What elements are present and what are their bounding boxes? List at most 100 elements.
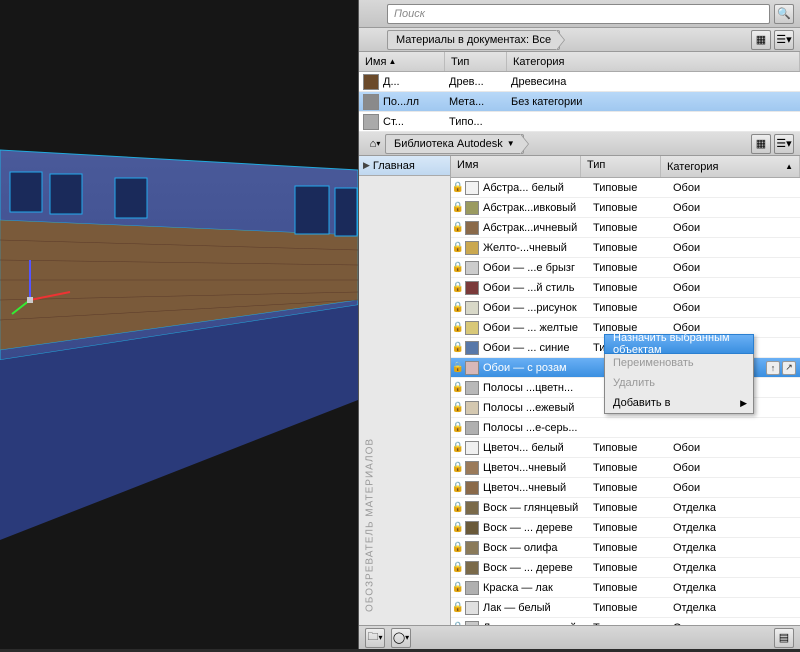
cell-category: Без категории (511, 96, 800, 108)
cell-type: Типовые (593, 442, 673, 454)
table-row[interactable]: 🔒 Абстра... белый Типовые Обои (451, 178, 800, 198)
home-button[interactable]: ⌂▾ (365, 134, 385, 154)
table-row[interactable]: 🔒 Цветоч...чневый Типовые Обои (451, 458, 800, 478)
cell-category: Обои (673, 222, 800, 234)
chevron-right-icon (556, 30, 564, 50)
cell-type: Типовые (593, 522, 673, 534)
cell-category: Отделка (673, 502, 800, 514)
table-row[interactable]: 🔒 Воск — ... дереве Типовые Отделка (451, 518, 800, 538)
chevron-down-icon: ▼ (507, 139, 515, 148)
cell-category: Обои (673, 282, 800, 294)
table-row[interactable]: По...лл Мета... Без категории (359, 92, 800, 112)
cell-name: Лак — п...зрачный (483, 622, 593, 626)
edit-button[interactable]: ↗ (782, 361, 796, 375)
cell-category: Обои (673, 482, 800, 494)
cell-name: Полосы ...цветн... (483, 382, 593, 394)
cell-name: Полосы ...е-серь... (483, 422, 593, 434)
table-row[interactable]: 🔒 Обои — ...рисунок Типовые Обои (451, 298, 800, 318)
cell-type: Типовые (593, 542, 673, 554)
material-swatch (465, 321, 479, 335)
context-menu-item: Удалить (605, 373, 753, 393)
breadcrumb-item-library[interactable]: Библиотека Autodesk ▼ (385, 134, 524, 154)
cell-name: Обои — ...е брызг (483, 262, 593, 274)
cell-type: Типовые (593, 202, 673, 214)
search-input[interactable]: Поиск (387, 4, 770, 24)
view-list-button[interactable]: ☰▾ (774, 30, 794, 50)
view-grid-button[interactable]: ▦ (751, 134, 771, 154)
home-icon: ⌂ (370, 138, 377, 150)
table-row[interactable]: 🔒 Краска — лак Типовые Отделка (451, 578, 800, 598)
material-swatch (465, 621, 479, 626)
table-row[interactable]: 🔒 Желто-...чневый Типовые Обои (451, 238, 800, 258)
cell-category: Отделка (673, 562, 800, 574)
context-menu-item[interactable]: Добавить в▶ (605, 393, 753, 413)
material-swatch (465, 221, 479, 235)
material-swatch (465, 581, 479, 595)
lock-icon: 🔒 (451, 402, 465, 413)
table-row[interactable]: 🔒 Лак — белый Типовые Отделка (451, 598, 800, 618)
table-row[interactable]: 🔒 Полосы ...е-серь... (451, 418, 800, 438)
material-swatch (465, 201, 479, 215)
cell-category: Обои (673, 202, 800, 214)
material-swatch (465, 501, 479, 515)
docs-breadcrumb: Материалы в документах: Все ▦ ☰▾ (359, 28, 800, 52)
tree-collapse-icon: ▶ (363, 160, 370, 171)
lock-icon: 🔒 (451, 522, 465, 533)
create-material-button[interactable]: ◯▾ (391, 628, 411, 648)
column-type[interactable]: Тип (445, 52, 507, 71)
manage-libs-button[interactable]: 🗀▾ (365, 628, 385, 648)
search-row: Поиск 🔍 (359, 0, 800, 28)
view-grid-button[interactable]: ▦ (751, 30, 771, 50)
cell-type: Типовые (593, 462, 673, 474)
tree-item-root[interactable]: ▶ Главная (359, 156, 450, 176)
cell-type: Типовые (593, 482, 673, 494)
view-list-button[interactable]: ☰▾ (774, 134, 794, 154)
lock-icon: 🔒 (451, 602, 465, 613)
material-swatch (465, 261, 479, 275)
table-row[interactable]: 🔒 Абстрак...ивковый Типовые Обои (451, 198, 800, 218)
table-row[interactable]: 🔒 Лак — п...зрачный Типовые Отделка (451, 618, 800, 625)
column-name[interactable]: Имя▲ (359, 52, 445, 71)
lock-icon: 🔒 (451, 302, 465, 313)
tree-label: Главная (373, 160, 415, 172)
viewport-3d[interactable] (0, 0, 358, 649)
context-menu-item[interactable]: Назначить выбранным объектам (604, 334, 754, 354)
search-button[interactable]: 🔍 (774, 4, 794, 24)
table-row[interactable]: 🔒 Абстрак...ичневый Типовые Обои (451, 218, 800, 238)
cell-type: Типовые (593, 502, 673, 514)
chevron-right-icon (520, 134, 528, 154)
table-row[interactable]: 🔒 Воск — ... дереве Типовые Отделка (451, 558, 800, 578)
breadcrumb-item-docs[interactable]: Материалы в документах: Все (387, 30, 560, 50)
cell-type: Типовые (593, 622, 673, 626)
material-swatch (465, 561, 479, 575)
material-swatch (465, 181, 479, 195)
submenu-arrow-icon: ▶ (740, 398, 747, 409)
cell-name: Лак — белый (483, 602, 593, 614)
properties-button[interactable]: ▤ (774, 628, 794, 648)
table-row[interactable]: 🔒 Обои — ...е брызг Типовые Обои (451, 258, 800, 278)
column-type[interactable]: Тип (581, 156, 661, 177)
cell-category: Обои (673, 262, 800, 274)
lock-icon: 🔒 (451, 282, 465, 293)
cell-name: По...лл (383, 96, 449, 108)
material-swatch (465, 481, 479, 495)
table-row[interactable]: 🔒 Обои — ...й стиль Типовые Обои (451, 278, 800, 298)
apply-button[interactable]: ↑ (766, 361, 780, 375)
table-row[interactable]: Ст... Типо... (359, 112, 800, 132)
material-swatch (465, 361, 479, 375)
lock-icon: 🔒 (451, 562, 465, 573)
library-header: Имя Тип Категория▲ (451, 156, 800, 178)
column-category[interactable]: Категория (507, 52, 800, 71)
lock-icon: 🔒 (451, 582, 465, 593)
table-row[interactable]: Д... Древ... Древесина (359, 72, 800, 92)
column-name[interactable]: Имя (451, 156, 581, 177)
table-row[interactable]: 🔒 Цветоч... белый Типовые Обои (451, 438, 800, 458)
table-row[interactable]: 🔒 Воск — олифа Типовые Отделка (451, 538, 800, 558)
cell-category: Обои (673, 462, 800, 474)
lock-icon: 🔒 (451, 222, 465, 233)
lock-icon: 🔒 (451, 202, 465, 213)
table-row[interactable]: 🔒 Воск — глянцевый Типовые Отделка (451, 498, 800, 518)
table-row[interactable]: 🔒 Цветоч...чневый Типовые Обои (451, 478, 800, 498)
material-swatch (465, 241, 479, 255)
column-category[interactable]: Категория▲ (661, 156, 800, 177)
